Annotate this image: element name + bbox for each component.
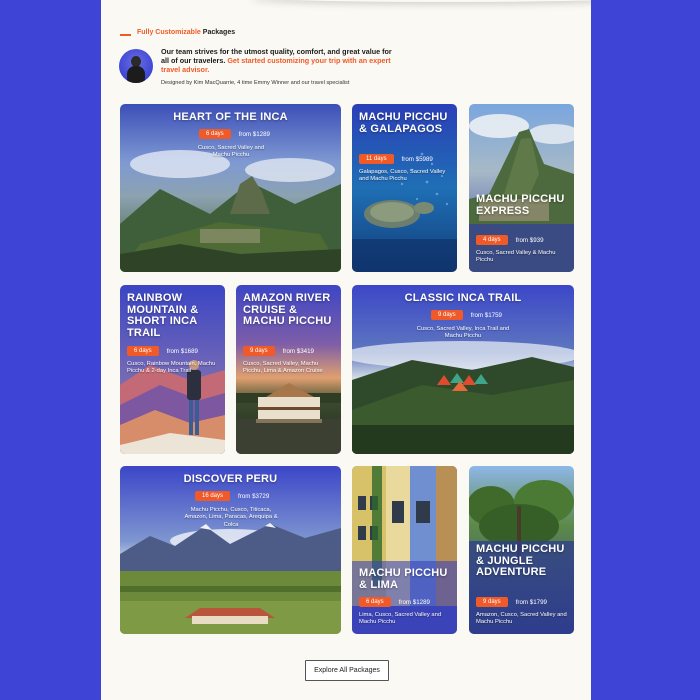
package-card-machu-picchu-express[interactable]: Machu Picchu Express 4 days from $939 Cu… — [469, 104, 574, 272]
package-meta: 6 days from $1289 — [199, 129, 270, 139]
package-meta: 6 days from $1689 — [127, 346, 198, 356]
package-price: from $3419 — [282, 347, 314, 355]
package-card-amazon-river-cruise[interactable]: Amazon River Cruise & Machu Picchu 9 day… — [236, 285, 341, 454]
package-price: from $939 — [515, 236, 544, 244]
package-price: from $5989 — [401, 155, 433, 163]
section-label-accent: Fully Customizable — [137, 28, 201, 36]
package-desc: Amazon, Cusco, Sacred Valley and Machu P… — [476, 612, 567, 626]
days-badge: 11 days — [359, 154, 394, 164]
package-desc: Cusco, Sacred Valley and Machu Picchu — [197, 145, 265, 159]
package-title: Machu Picchu & Lima — [359, 567, 448, 591]
days-badge: 9 days — [476, 597, 508, 607]
package-price: from $1289 — [398, 598, 430, 606]
package-desc: Galapagos, Cusco, Sacred Valley and Mach… — [359, 169, 446, 183]
days-badge: 16 days — [195, 491, 231, 501]
package-card-machu-picchu-lima[interactable]: Machu Picchu & Lima 6 days from $1289 Li… — [352, 466, 457, 634]
package-meta: 9 days from $3419 — [243, 346, 314, 356]
page-content: Fully Customizable Packages Our team str… — [101, 0, 591, 700]
days-badge: 6 days — [199, 129, 231, 139]
package-price: from $1799 — [515, 598, 547, 606]
package-meta: 11 days from $5989 — [359, 154, 433, 164]
package-title: Heart of the Inca — [173, 111, 288, 123]
package-title: Discover Peru — [183, 473, 278, 485]
package-meta: 6 days from $1289 — [359, 597, 430, 607]
section-label: Fully Customizable Packages — [120, 28, 235, 36]
days-badge: 4 days — [476, 235, 508, 245]
days-badge: 6 days — [359, 597, 391, 607]
package-card-machu-picchu-jungle[interactable]: Machu Picchu & Jungle Adventure 9 days f… — [469, 466, 574, 634]
package-meta: 9 days from $1799 — [476, 597, 547, 607]
section-label-rest: Packages — [202, 28, 236, 36]
section-dash — [120, 34, 131, 36]
package-price: from $3729 — [238, 492, 270, 500]
days-badge: 9 days — [243, 346, 275, 356]
days-badge: 9 days — [431, 310, 463, 320]
package-meta: 4 days from $939 — [476, 235, 544, 245]
package-title: Amazon River Cruise & Machu Picchu — [243, 292, 332, 327]
package-meta: 9 days from $1759 — [431, 310, 502, 320]
package-title: Machu Picchu Express — [476, 193, 565, 217]
package-desc: Cusco, Sacred Valley & Machu Picchu — [476, 250, 556, 264]
package-card-heart-of-the-inca[interactable]: Heart of the Inca 6 days from $1289 Cusc… — [120, 104, 341, 272]
package-title: Machu Picchu & Jungle Adventure — [476, 543, 565, 578]
days-badge: 6 days — [127, 346, 159, 356]
package-desc: Machu Picchu, Cusco, Titicaca, Amazon, L… — [184, 507, 278, 528]
package-title: Classic Inca Trail — [404, 292, 522, 304]
package-desc: Cusco, Sacred Valley, Machu Picchu, Lima… — [243, 361, 323, 375]
package-meta: 16 days from $3729 — [195, 491, 269, 501]
package-desc: Cusco, Sacred Valley, Inca Trail and Mac… — [416, 326, 510, 340]
package-price: from $1759 — [470, 311, 502, 319]
header-shadow — [251, 0, 591, 2]
explore-all-packages-button[interactable]: Explore All Packages — [305, 660, 389, 681]
designed-by: Designed by Kim MacQuarrie, 4 time Emmy … — [161, 80, 350, 86]
package-card-rainbow-mountain[interactable]: Rainbow Mountain & Short Inca Trail 6 da… — [120, 285, 225, 454]
package-card-classic-inca-trail[interactable]: Classic Inca Trail 9 days from $1759 Cus… — [352, 285, 574, 454]
card-image — [352, 466, 457, 634]
package-card-discover-peru[interactable]: Discover Peru 16 days from $3729 Machu P… — [120, 466, 341, 634]
card-image — [469, 104, 574, 272]
package-desc: Lima, Cusco, Sacred Valley and Machu Pic… — [359, 612, 442, 626]
package-price: from $1289 — [238, 130, 270, 138]
package-title: Machu Picchu & Galapagos — [359, 111, 448, 135]
package-desc: Cusco, Rainbow Mountain, Machu Picchu & … — [127, 361, 216, 375]
avatar — [119, 49, 153, 83]
package-title: Rainbow Mountain & Short Inca Trail — [127, 292, 199, 339]
intro-text: Our team strives for the utmost quality,… — [161, 47, 401, 75]
package-price: from $1689 — [166, 347, 198, 355]
package-card-machu-picchu-galapagos[interactable]: Machu Picchu & Galapagos 11 days from $5… — [352, 104, 457, 272]
